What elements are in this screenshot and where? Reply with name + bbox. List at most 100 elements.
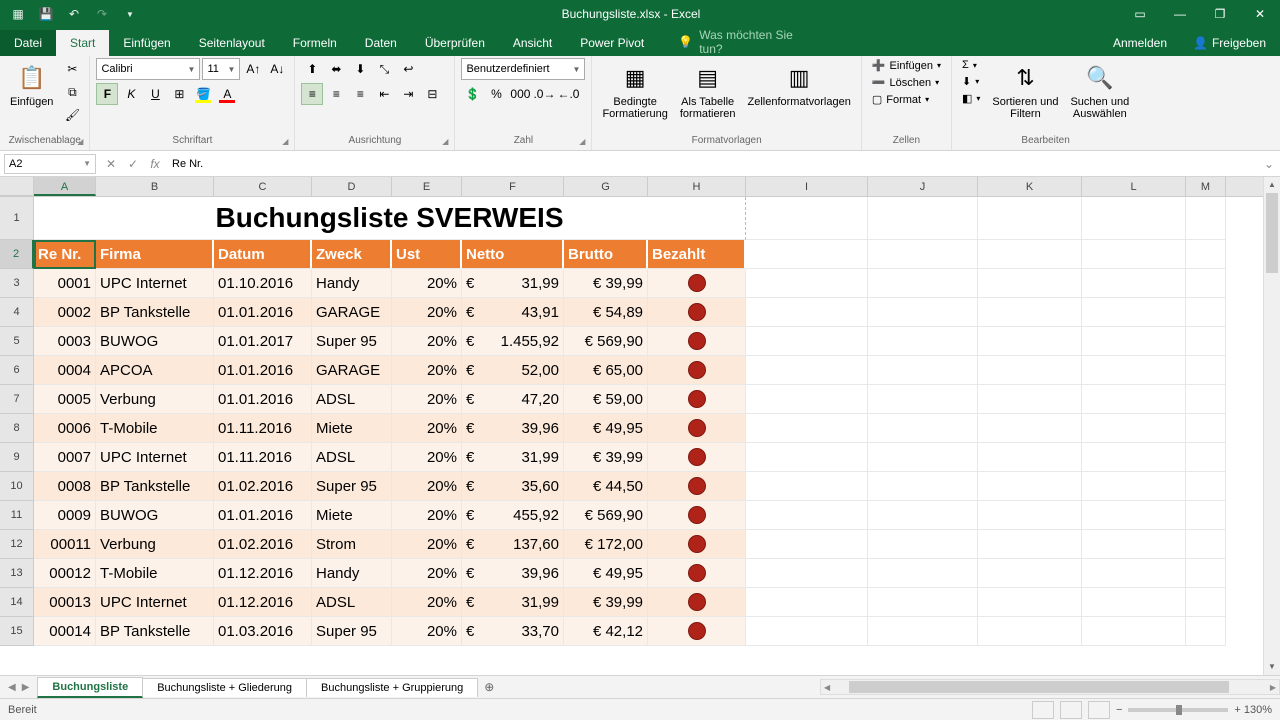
- cell-datum[interactable]: 01.12.2016: [214, 559, 312, 588]
- zoom-out-button[interactable]: −: [1116, 704, 1122, 716]
- cell[interactable]: [978, 588, 1082, 617]
- tab-file[interactable]: Datei: [0, 30, 56, 56]
- align-right-button[interactable]: ≡: [349, 83, 371, 105]
- cell-id[interactable]: 00014: [34, 617, 96, 646]
- cell-firma[interactable]: T-Mobile: [96, 414, 214, 443]
- cell-zweck[interactable]: Super 95: [312, 472, 392, 501]
- sign-in-link[interactable]: Anmelden: [1099, 30, 1181, 56]
- col-header-e[interactable]: E: [392, 177, 462, 196]
- cell-netto[interactable]: €31,99: [462, 588, 564, 617]
- cell-styles-button[interactable]: ▥ Zellenformatvorlagen: [744, 58, 855, 112]
- cell[interactable]: [978, 559, 1082, 588]
- cell-brutto[interactable]: € 49,95: [564, 559, 648, 588]
- header-cell[interactable]: Zweck: [312, 240, 392, 269]
- cell[interactable]: [868, 356, 978, 385]
- percent-format-button[interactable]: %: [485, 83, 507, 105]
- orientation-button[interactable]: ⤡: [373, 58, 395, 80]
- underline-button[interactable]: U: [144, 83, 166, 105]
- copy-button[interactable]: ⧉: [61, 81, 83, 103]
- insert-function-button[interactable]: fx: [144, 157, 166, 171]
- dialog-launcher-icon[interactable]: ◢: [282, 137, 288, 146]
- col-header-g[interactable]: G: [564, 177, 648, 196]
- cell-netto[interactable]: €43,91: [462, 298, 564, 327]
- cell[interactable]: [746, 501, 868, 530]
- col-header-c[interactable]: C: [214, 177, 312, 196]
- cell-zweck[interactable]: ADSL: [312, 588, 392, 617]
- col-header-d[interactable]: D: [312, 177, 392, 196]
- align-bottom-button[interactable]: ⬇: [349, 58, 371, 80]
- cell-zweck[interactable]: Strom: [312, 530, 392, 559]
- name-box[interactable]: A2▼: [4, 154, 96, 174]
- row-header[interactable]: 6: [0, 356, 34, 385]
- cell[interactable]: [1186, 414, 1226, 443]
- sheet-tab[interactable]: Buchungsliste: [37, 677, 143, 698]
- cell-netto[interactable]: €39,96: [462, 414, 564, 443]
- cell-bezahlt[interactable]: [648, 356, 746, 385]
- cell-zweck[interactable]: Miete: [312, 414, 392, 443]
- tab-review[interactable]: Überprüfen: [411, 30, 499, 56]
- cell[interactable]: [746, 472, 868, 501]
- cell-datum[interactable]: 01.10.2016: [214, 269, 312, 298]
- cell[interactable]: [868, 240, 978, 269]
- row-header[interactable]: 12: [0, 530, 34, 559]
- row-header[interactable]: 8: [0, 414, 34, 443]
- cell-bezahlt[interactable]: [648, 269, 746, 298]
- cell-bezahlt[interactable]: [648, 617, 746, 646]
- find-select-button[interactable]: 🔍 Suchen und Auswählen: [1066, 58, 1133, 124]
- row-header[interactable]: 14: [0, 588, 34, 617]
- expand-formula-bar[interactable]: ⌄: [1258, 157, 1280, 171]
- align-top-button[interactable]: ⬆: [301, 58, 323, 80]
- prev-sheet-button[interactable]: ◀: [8, 682, 16, 693]
- cell-id[interactable]: 0006: [34, 414, 96, 443]
- row-header[interactable]: 9: [0, 443, 34, 472]
- cell-bezahlt[interactable]: [648, 414, 746, 443]
- cell-firma[interactable]: T-Mobile: [96, 559, 214, 588]
- cell[interactable]: [746, 443, 868, 472]
- cell[interactable]: [1082, 443, 1186, 472]
- cell-ust[interactable]: 20%: [392, 530, 462, 559]
- cell-datum[interactable]: 01.01.2017: [214, 327, 312, 356]
- zoom-in-button[interactable]: + 130%: [1234, 704, 1272, 716]
- cell[interactable]: [746, 617, 868, 646]
- cell-netto[interactable]: €1.455,92: [462, 327, 564, 356]
- cell-datum[interactable]: 01.01.2016: [214, 385, 312, 414]
- next-sheet-button[interactable]: ▶: [22, 682, 30, 693]
- col-header-h[interactable]: H: [648, 177, 746, 196]
- cell[interactable]: [1082, 559, 1186, 588]
- cell-firma[interactable]: BUWOG: [96, 327, 214, 356]
- cell[interactable]: [978, 443, 1082, 472]
- cell-datum[interactable]: 01.01.2016: [214, 298, 312, 327]
- font-size-combo[interactable]: 11▼: [202, 58, 240, 80]
- cell[interactable]: [978, 197, 1082, 240]
- cell-ust[interactable]: 20%: [392, 559, 462, 588]
- col-header-j[interactable]: J: [868, 177, 978, 196]
- cell-netto[interactable]: €137,60: [462, 530, 564, 559]
- cell-netto[interactable]: €31,99: [462, 269, 564, 298]
- row-header[interactable]: 13: [0, 559, 34, 588]
- header-cell[interactable]: Firma: [96, 240, 214, 269]
- vertical-scrollbar[interactable]: ▲ ▼: [1263, 177, 1280, 675]
- cell-ust[interactable]: 20%: [392, 501, 462, 530]
- cell-brutto[interactable]: € 569,90: [564, 501, 648, 530]
- cell-ust[interactable]: 20%: [392, 443, 462, 472]
- page-break-view-button[interactable]: [1088, 701, 1110, 719]
- cell-id[interactable]: 0005: [34, 385, 96, 414]
- increase-decimal-button[interactable]: .0→: [533, 83, 555, 105]
- minimize-button[interactable]: —: [1160, 0, 1200, 28]
- cell[interactable]: [1082, 414, 1186, 443]
- scroll-down-button[interactable]: ▼: [1264, 659, 1280, 675]
- cell-ust[interactable]: 20%: [392, 298, 462, 327]
- cell-brutto[interactable]: € 39,99: [564, 443, 648, 472]
- cell[interactable]: [868, 501, 978, 530]
- cell-brutto[interactable]: € 65,00: [564, 356, 648, 385]
- cell-netto[interactable]: €47,20: [462, 385, 564, 414]
- hscroll-thumb[interactable]: [849, 681, 1229, 693]
- scroll-up-button[interactable]: ▲: [1264, 177, 1280, 193]
- cell[interactable]: [868, 443, 978, 472]
- scroll-left-button[interactable]: ◀: [821, 683, 833, 692]
- cell[interactable]: [978, 530, 1082, 559]
- cell-firma[interactable]: Verbung: [96, 385, 214, 414]
- tab-page-layout[interactable]: Seitenlayout: [185, 30, 279, 56]
- cell[interactable]: [1082, 530, 1186, 559]
- cell-netto[interactable]: €52,00: [462, 356, 564, 385]
